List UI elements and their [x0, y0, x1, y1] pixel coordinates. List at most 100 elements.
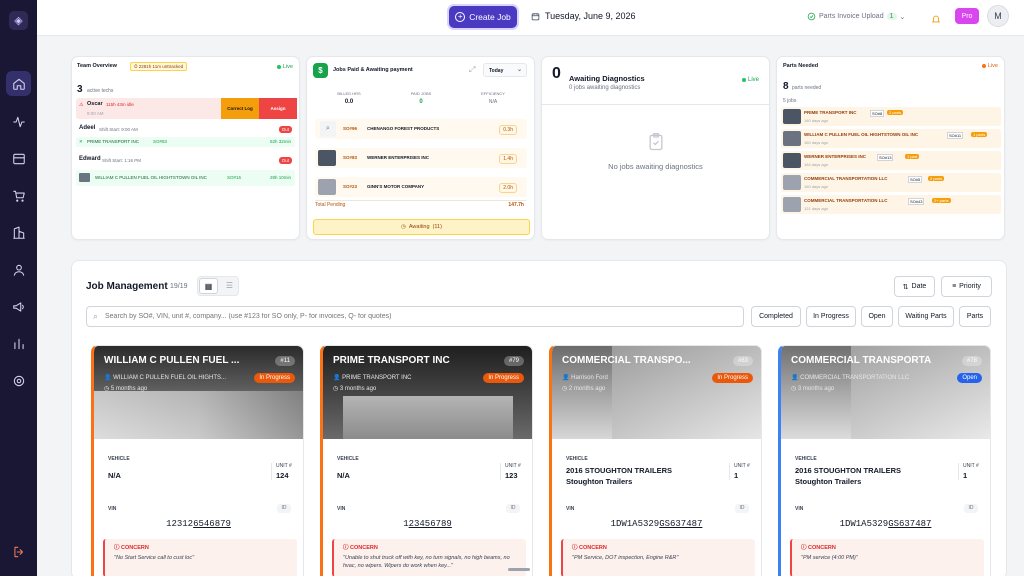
tech-row-oscar[interactable]: ⚠ Oscar 115h 43m idle 9:00 AM Correct Lo… [76, 98, 297, 119]
job-company: 👤 WILLIAM C PULLEN FUEL OIL HIGHTS... [104, 375, 227, 381]
job-age: ◷ 3 months ago [791, 386, 835, 392]
truck-thumbnail [79, 173, 90, 182]
payments-card: $ Jobs Paid & Awaiting payment ⤢ Today ⌄ … [306, 56, 535, 240]
parts-row[interactable]: COMMERCIAL TRANSPORTATION LLC SO#43 2+ p… [781, 195, 1001, 214]
parts-row[interactable]: COMMERCIAL TRANSPORTATION LLC SO#5 2 par… [781, 173, 1001, 192]
diagnostics-subtitle: 0 jobs awaiting diagnostics [569, 85, 641, 91]
top-bar: + Create Job Tuesday, June 9, 2026 Parts… [37, 0, 1024, 36]
vin-info-icon[interactable]: ID [277, 504, 291, 513]
list-view-icon[interactable]: ☰ [220, 278, 239, 294]
filter-in-progress[interactable]: In Progress [806, 306, 856, 327]
filter-parts[interactable]: Parts [959, 306, 991, 327]
buildings-icon[interactable] [6, 220, 31, 245]
parts-ago: 160 days ago [804, 140, 829, 145]
create-job-label: Create Job [469, 12, 511, 22]
active-techs-count: 3 [77, 84, 83, 95]
unit-value: 1 [963, 471, 968, 480]
vin-info-icon[interactable]: ID [735, 504, 749, 513]
bar-chart-icon[interactable] [6, 331, 31, 356]
parts-invoice-upload[interactable]: Parts Invoice Upload 1 ⌄ [807, 12, 905, 21]
untracked-text: 2281h 11m unttracked [138, 64, 184, 69]
parts-company: WERNER ENTERPRISES INC [804, 154, 867, 159]
status-badge: Out [278, 126, 292, 133]
user-icon[interactable] [6, 257, 31, 282]
parts-row[interactable]: WERNER ENTERPRISES INC SO#13 1 part 164 … [781, 151, 1001, 170]
shift-start: Shift Start: 1:16 PM [102, 158, 142, 163]
concern-label: ⓘ CONCERN [572, 545, 607, 551]
vin-info-icon[interactable]: ID [506, 504, 520, 513]
job-so: SO#83 [153, 139, 168, 144]
assign-button[interactable]: Assign [259, 98, 297, 119]
date-display: Tuesday, June 9, 2026 [531, 11, 636, 21]
parts-upload-label: Parts Invoice Upload [819, 13, 884, 20]
vin-info-icon[interactable]: ID [964, 504, 978, 513]
search-field[interactable]: ⌕ [86, 306, 744, 327]
clipboard-check-icon [649, 133, 663, 151]
dollar-icon: $ [313, 63, 328, 78]
inbox-icon[interactable] [6, 146, 31, 171]
job-card[interactable]: COMMERCIAL TRANSPORTA... #78 👤 COMMERCIA… [778, 345, 991, 576]
sort-date-button[interactable]: ⇅ Date [894, 276, 935, 297]
parts-row[interactable]: WILLIAM C PULLEN FUEL OIL HIGHTSTOWN OIL… [781, 129, 1001, 148]
parts-title: Parts Needed [783, 63, 819, 69]
correct-log-button[interactable]: Correct Log [221, 98, 259, 119]
parts-jobs-label: 5 jobs [783, 98, 797, 104]
exit-icon[interactable] [6, 539, 31, 564]
vehicle-value: 2016 STOUGHTON TRAILERS Stoughton Traile… [566, 466, 672, 486]
activity-icon[interactable] [6, 109, 31, 134]
unit-label: UNIT # [505, 463, 521, 469]
job-title: COMMERCIAL TRANSPO... [562, 355, 691, 366]
gear-icon[interactable] [6, 368, 31, 393]
grid-view-icon[interactable]: ▦ [199, 278, 218, 294]
bell-icon[interactable] [931, 11, 941, 29]
pending-time: 1.4h [499, 154, 517, 164]
parts-row[interactable]: PRIME TRANSPORT INC SO#8 2 parts 160 day… [781, 107, 1001, 126]
create-job-button[interactable]: + Create Job [449, 6, 517, 28]
pro-badge[interactable]: Pro [955, 8, 979, 24]
pending-row[interactable]: SO#83 WERNER ENTERPRISES INC 1.4h [315, 148, 527, 168]
job-card[interactable]: COMMERCIAL TRANSPO... #83 👤 Harrison For… [549, 345, 762, 576]
shield-logo-icon[interactable]: ◈ [9, 11, 28, 30]
job-company: 👤 PRIME TRANSPORT INC [333, 375, 412, 381]
vin-label: VIN [795, 506, 804, 512]
live-label: Live [747, 77, 759, 83]
job-management-section: Job Management 19/19 ▦ ☰ ⇅ Date ≡ Priority… [71, 260, 1007, 576]
home-icon[interactable] [6, 71, 31, 96]
search-icon: ⌕ [320, 121, 336, 137]
parts-so: SO#5 [908, 176, 923, 183]
vehicle-label: VEHICLE [566, 456, 588, 462]
job-company: 👤 COMMERCIAL TRANSPORTATION LLC [791, 375, 910, 381]
filter-waiting-parts[interactable]: Waiting Parts [898, 306, 954, 327]
expand-icon[interactable]: ⤢ [469, 65, 475, 75]
diagnostics-empty-text: No jobs awaiting diagnostics [608, 162, 703, 171]
job-card[interactable]: PRIME TRANSPORT INC #79 👤 PRIME TRANSPOR… [320, 345, 533, 576]
filter-completed[interactable]: Completed [751, 306, 801, 327]
avatar[interactable]: M [987, 5, 1009, 27]
horizontal-scrollbar[interactable] [508, 568, 530, 571]
search-input[interactable] [105, 309, 735, 324]
sort-priority-button[interactable]: ≡ Priority [941, 276, 992, 297]
status-badge: Out [278, 157, 292, 164]
awaiting-button[interactable]: ◷ Awaiting (11) [313, 219, 530, 235]
tech-job-row[interactable]: ✕ PRIME TRANSPORT INC SO#83 52h 32min [76, 137, 295, 147]
active-techs-label: active techs [87, 88, 114, 94]
tech-job-row[interactable]: WILLIAM C PULLEN FUEL OIL HIGHTSTOWN OIL… [76, 170, 295, 186]
pending-so: SO#96 [343, 126, 358, 131]
unit-value: 1 [734, 471, 739, 480]
paid-label: PAID JOBS [410, 91, 432, 96]
pending-list: ⌕ SO#96 CHENANGO FOREST PRODUCTS 0.3h SO… [315, 117, 527, 199]
job-card[interactable]: WILLIAM C PULLEN FUEL ... #11 👤 WILLIAM … [91, 345, 304, 576]
cart-icon[interactable] [6, 183, 31, 208]
megaphone-icon[interactable] [6, 294, 31, 319]
vehicle-label: VEHICLE [108, 456, 130, 462]
parts-so: SO#8 [870, 110, 885, 117]
vin-value: 123126546879 [166, 519, 231, 529]
pending-row[interactable]: ⌕ SO#96 CHENANGO FOREST PRODUCTS 0.3h [315, 119, 527, 139]
parts-company: PRIME TRANSPORT INC [804, 110, 857, 115]
live-indicator: Live [741, 77, 759, 83]
parts-badge: 2+ parts [932, 198, 951, 203]
job-name: PRIME TRANSPORT INC [87, 139, 140, 144]
filter-open[interactable]: Open [861, 306, 893, 327]
pending-row[interactable]: SO#23 GINN'S MOTOR COMPANY 2.0h [315, 177, 527, 197]
period-select[interactable]: Today ⌄ [483, 63, 527, 77]
